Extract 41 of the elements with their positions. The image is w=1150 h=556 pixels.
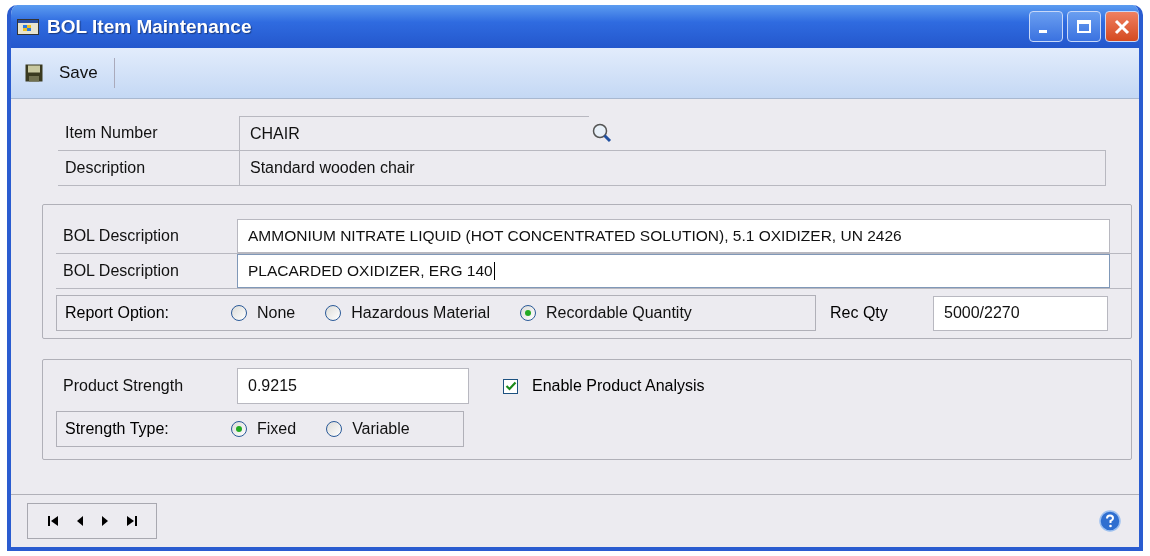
radio-option[interactable]: Fixed — [231, 420, 297, 438]
checkbox-option[interactable]: Enable Product Analysis — [503, 377, 705, 395]
group-label: Report Option: — [65, 304, 171, 322]
maximize-button[interactable] — [1067, 11, 1101, 42]
radio-option[interactable]: None — [231, 304, 296, 322]
radio-icon[interactable] — [520, 305, 536, 321]
save-icon — [25, 64, 43, 82]
description-field[interactable]: Standard wooden chair — [239, 151, 1106, 185]
item-number-field[interactable]: CHAIR — [239, 116, 589, 150]
window-icon — [17, 18, 39, 35]
help-icon[interactable] — [1099, 510, 1121, 532]
field-label: Description — [64, 159, 147, 177]
bol-description-field[interactable]: PLACARDED OXIDIZER, ERG 140 — [237, 254, 1110, 288]
minimize-icon — [1039, 29, 1047, 33]
field-label: BOL Description — [62, 227, 180, 245]
rec-qty-field[interactable]: 5000/2270 — [933, 295, 1108, 331]
field-label: Product Strength — [62, 377, 185, 395]
radio-option[interactable]: Recordable Quantity — [520, 304, 692, 322]
maximize-icon — [1076, 18, 1092, 35]
radio-icon[interactable] — [231, 421, 247, 437]
group-label: Strength Type: — [65, 420, 170, 438]
first-record-icon[interactable] — [45, 514, 60, 528]
close-icon — [1113, 17, 1131, 36]
radio-icon[interactable] — [231, 305, 247, 321]
radio-option[interactable]: Variable — [326, 420, 410, 438]
next-record-icon[interactable] — [99, 514, 110, 528]
checkbox-icon[interactable] — [503, 378, 518, 394]
search-icon[interactable] — [591, 122, 613, 144]
product-strength-field[interactable]: 0.9215 — [237, 368, 469, 404]
radio-icon[interactable] — [325, 305, 342, 321]
minimize-button[interactable] — [1029, 11, 1063, 42]
field-label: Rec Qty — [829, 304, 889, 322]
bol-description-field[interactable]: AMMONIUM NITRATE LIQUID (HOT CONCENTRATED SOLUTION), 5.1 OXIDIZER, UN 2426 — [237, 219, 1110, 253]
last-record-icon[interactable] — [124, 514, 139, 528]
field-label: Item Number — [64, 124, 159, 142]
radio-option[interactable]: Hazardous Material — [325, 304, 490, 322]
save-button[interactable]: Save — [43, 63, 114, 83]
radio-icon[interactable] — [326, 421, 343, 437]
field-label: BOL Description — [62, 262, 180, 280]
window-title: BOL Item Maintenance — [47, 15, 253, 38]
close-button[interactable] — [1105, 11, 1139, 42]
